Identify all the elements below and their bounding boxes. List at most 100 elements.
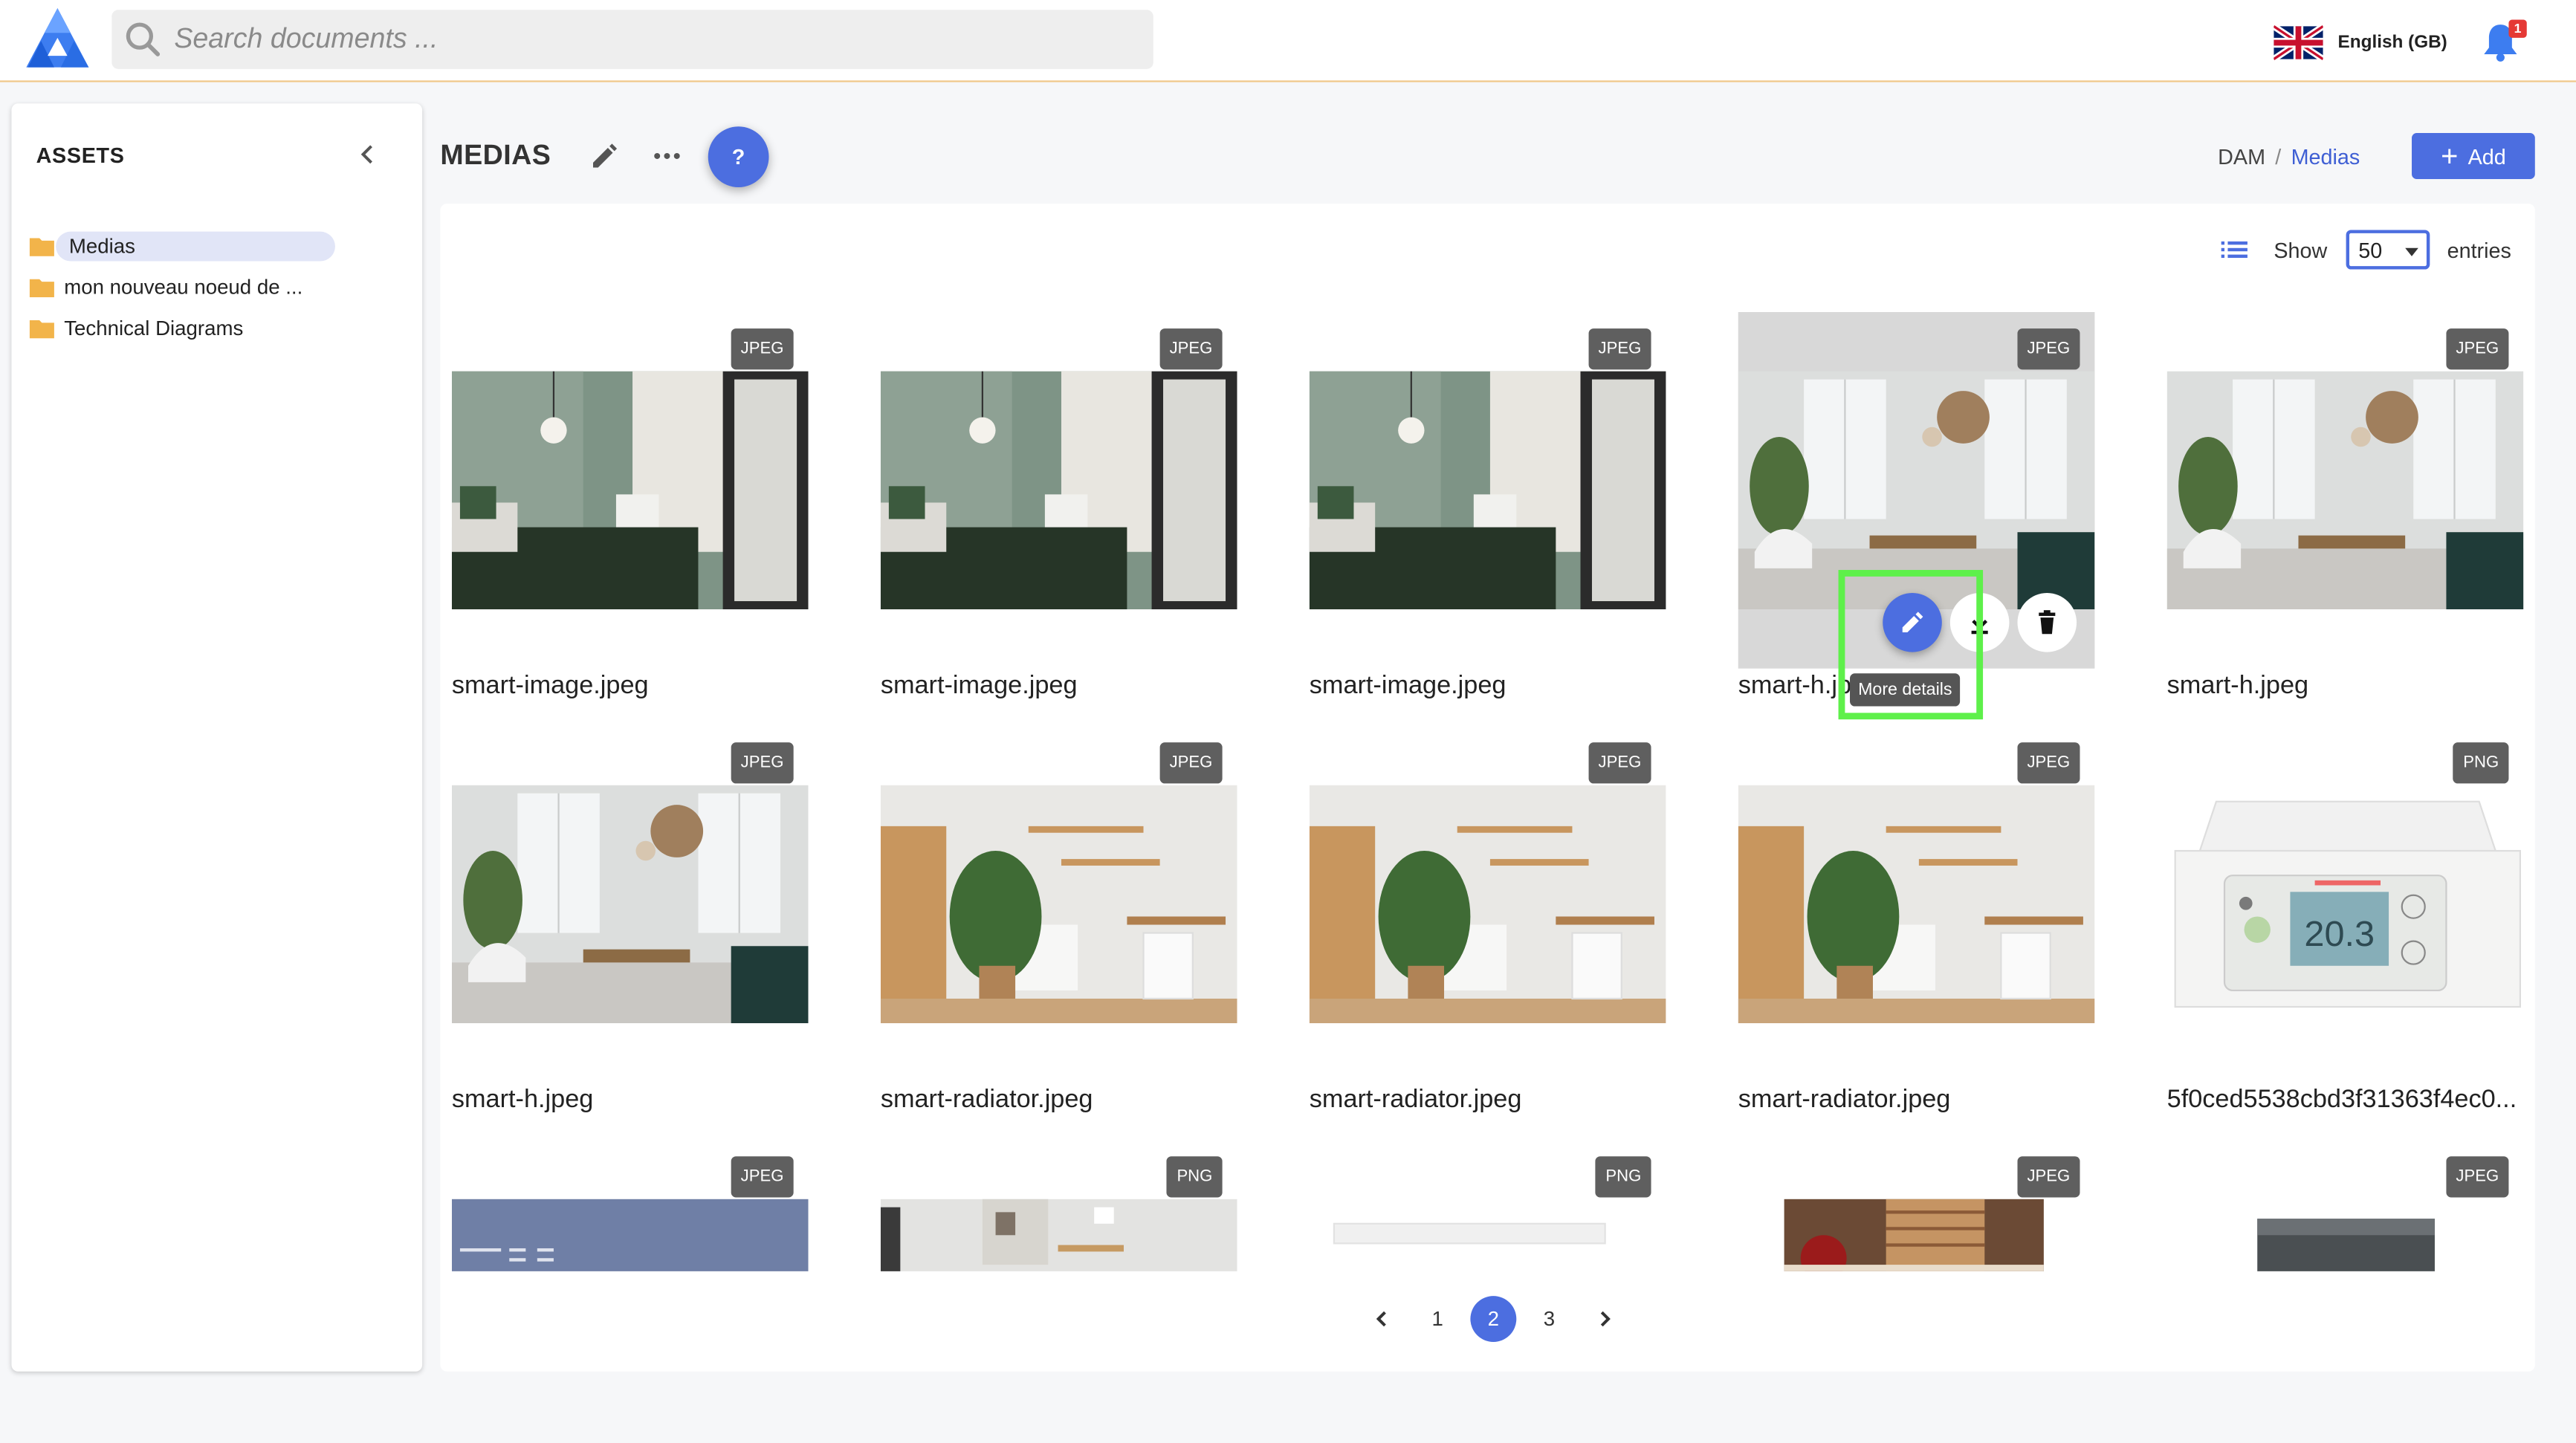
media-card[interactable]: JPEG smart-image.jpeg (451, 312, 809, 719)
next-page-button[interactable] (1582, 1296, 1628, 1342)
file-type-badge: JPEG (1159, 328, 1223, 370)
media-thumbnail[interactable] (1309, 371, 1666, 610)
breadcrumb-root[interactable]: DAM (2218, 145, 2265, 169)
notifications-button[interactable]: 1 (2481, 19, 2527, 62)
media-filename[interactable]: smart-image.jpeg (1310, 672, 1666, 701)
media-card[interactable]: JPEG smart-image.jpeg (880, 312, 1237, 719)
add-button-label: Add (2467, 143, 2506, 169)
more-details-tooltip: More details (1850, 673, 1961, 707)
file-type-badge: PNG (1596, 1156, 1651, 1198)
plus-icon: + (2441, 139, 2459, 173)
media-thumbnail[interactable] (1738, 1199, 2095, 1271)
media-thumbnail[interactable] (451, 1199, 809, 1271)
media-card[interactable]: JPEG (2166, 1140, 2524, 1271)
media-filename[interactable]: 5f0ced5538cbd3f31363f4ec0... (2167, 1086, 2524, 1115)
more-options-icon[interactable] (650, 141, 683, 171)
media-filename[interactable]: smart-radiator.jpeg (1310, 1086, 1666, 1115)
media-thumbnail[interactable] (880, 1199, 1237, 1271)
media-thumbnail[interactable] (1309, 785, 1666, 1024)
language-selector[interactable]: English (GB) (2274, 23, 2447, 62)
delete-button[interactable] (2017, 592, 2077, 652)
file-type-badge: JPEG (731, 742, 794, 784)
download-button[interactable] (1949, 592, 2010, 652)
folder-label: Medias (56, 230, 335, 261)
media-card[interactable]: PNG (880, 1140, 1237, 1271)
folder-item-nouveau-noeud[interactable]: mon nouveau noeud de ... (29, 266, 407, 307)
show-label: Show (2274, 237, 2328, 262)
media-card[interactable]: PNG 20.3 5f0ced5538cbd3f31363f4ec0... (2166, 726, 2524, 1133)
media-card[interactable]: JPEG smart-h.jpeg More details (1738, 311, 2095, 720)
media-thumbnail[interactable] (2166, 371, 2524, 610)
media-filename[interactable]: smart-h.jpeg (2167, 672, 2524, 701)
media-thumbnail[interactable]: 20.3 (2166, 785, 2524, 1024)
media-card[interactable]: JPEG (451, 1140, 809, 1271)
help-button[interactable]: ? (708, 126, 769, 187)
notification-count-badge: 1 (2508, 19, 2527, 38)
media-card[interactable]: JPEG (1738, 1140, 2095, 1271)
entries-label: entries (2447, 237, 2511, 262)
media-thumbnail[interactable] (1309, 1199, 1666, 1271)
media-card[interactable]: JPEG smart-radiator.jpeg (1738, 726, 2095, 1133)
search-input[interactable] (174, 10, 1127, 69)
download-icon (1971, 612, 1988, 635)
page-3-button[interactable]: 3 (1527, 1296, 1573, 1342)
breadcrumb-separator: / (2275, 144, 2282, 169)
media-filename[interactable]: smart-radiator.jpeg (1738, 1086, 2095, 1115)
file-type-badge: JPEG (2446, 1156, 2509, 1198)
prev-page-button[interactable] (1359, 1296, 1405, 1342)
media-thumbnail[interactable] (1738, 785, 2095, 1024)
uk-flag-icon (2274, 25, 2323, 61)
media-card[interactable]: JPEG smart-h.jpeg (2166, 312, 2524, 719)
media-thumbnail[interactable] (451, 785, 809, 1024)
media-card[interactable]: JPEG smart-radiator.jpeg (880, 726, 1237, 1133)
folder-icon (29, 237, 54, 256)
folder-item-medias[interactable]: Medias (29, 225, 407, 266)
entries-select[interactable]: 50 (2345, 230, 2430, 270)
file-type-badge: JPEG (731, 1156, 794, 1198)
pencil-icon (1902, 612, 1923, 633)
trash-icon (2039, 610, 2056, 635)
folder-label: Technical Diagrams (64, 316, 244, 340)
media-filename[interactable]: smart-h.jpeg (452, 1086, 809, 1115)
folder-tree: Medias mon nouveau noeud de ... Technica… (29, 225, 407, 348)
collapse-sidebar-icon[interactable] (353, 140, 383, 169)
list-view-icon[interactable] (2221, 239, 2247, 262)
page-1-button[interactable]: 1 (1414, 1296, 1460, 1342)
top-bar: English (GB) 1 (0, 0, 2576, 82)
folder-item-technical-diagrams[interactable]: Technical Diagrams (29, 307, 407, 348)
edit-pencil-icon[interactable] (588, 140, 621, 172)
app-logo-icon[interactable] (23, 5, 95, 71)
svg-text:20.3: 20.3 (2304, 914, 2375, 954)
media-card[interactable]: PNG (1309, 1140, 1666, 1271)
add-button[interactable]: + Add (2412, 133, 2535, 179)
file-type-badge: PNG (2453, 742, 2509, 784)
media-filename[interactable]: smart-image.jpeg (452, 672, 809, 701)
media-thumbnail[interactable] (2166, 1199, 2524, 1271)
sidebar-title: ASSETS (36, 143, 125, 168)
folder-label: mon nouveau noeud de ... (64, 275, 303, 299)
media-thumbnail[interactable] (451, 371, 809, 610)
pagination: 1 2 3 (1353, 1296, 1633, 1342)
media-thumbnail[interactable] (880, 785, 1237, 1024)
media-card[interactable]: JPEG smart-h.jpeg (451, 726, 809, 1133)
media-card[interactable]: JPEG smart-image.jpeg (1309, 312, 1666, 719)
media-card[interactable]: JPEG smart-radiator.jpeg (1309, 726, 1666, 1133)
media-thumbnail[interactable] (880, 371, 1237, 610)
file-type-badge: JPEG (2017, 328, 2080, 370)
media-filename[interactable]: smart-image.jpeg (881, 672, 1237, 701)
breadcrumb: DAM / Medias (2218, 145, 2360, 169)
search-bar[interactable] (111, 10, 1153, 69)
file-type-badge: JPEG (2017, 742, 2080, 784)
edit-details-button[interactable] (1883, 592, 1942, 652)
file-type-badge: JPEG (731, 328, 794, 370)
file-type-badge: JPEG (1159, 742, 1223, 784)
media-filename[interactable]: smart-radiator.jpeg (881, 1086, 1237, 1115)
file-type-badge: JPEG (2017, 1156, 2080, 1198)
file-type-badge: PNG (1167, 1156, 1223, 1198)
media-thumbnail[interactable] (1738, 371, 2095, 610)
assets-sidebar: ASSETS Medias mon nouveau noeud de ... T… (11, 103, 423, 1372)
file-type-badge: JPEG (1588, 742, 1651, 784)
page-2-button[interactable]: 2 (1470, 1296, 1517, 1342)
breadcrumb-current[interactable]: Medias (2291, 145, 2360, 169)
folder-icon (29, 278, 54, 296)
